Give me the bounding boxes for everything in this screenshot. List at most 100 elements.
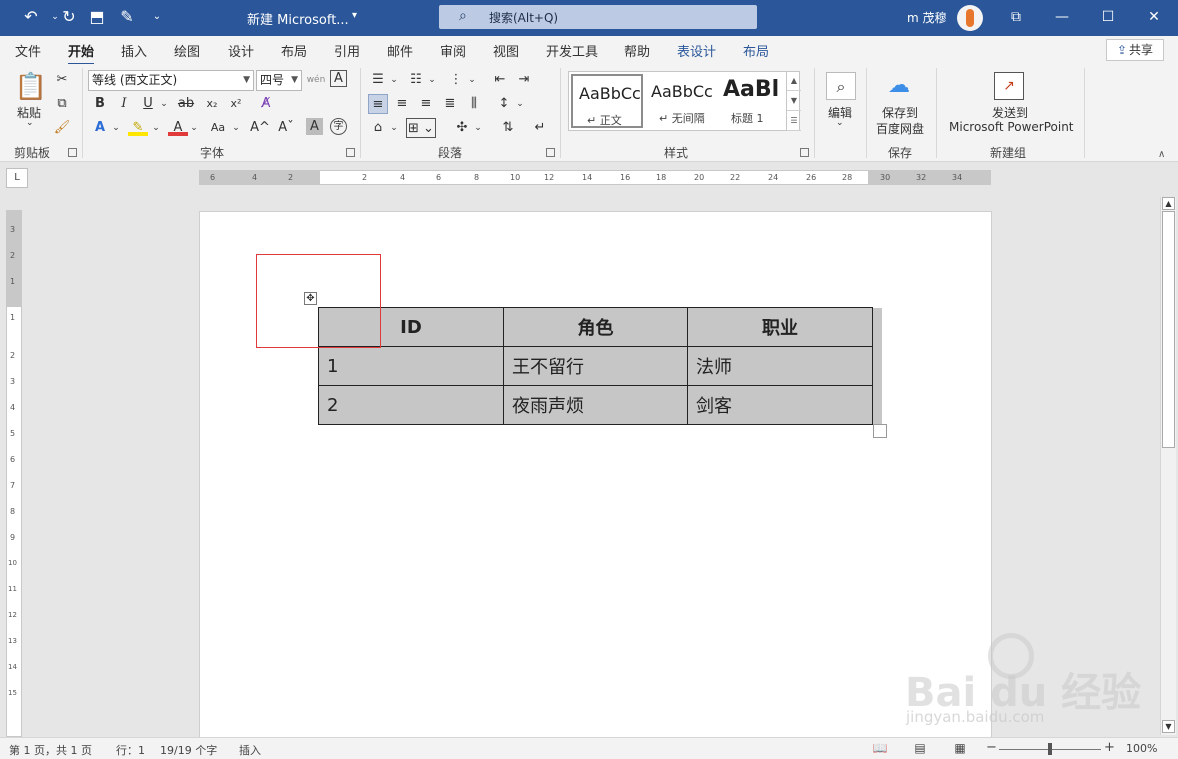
search-icon[interactable]: ⌕ [826,72,856,100]
maximize-icon[interactable]: ☐ [1094,4,1122,30]
text-effects-chevron-down-icon[interactable]: ⌄ [106,118,126,138]
print-layout-icon[interactable]: ▤ [912,741,928,756]
close-icon[interactable]: ✕ [1140,4,1168,30]
editing-chevron-down-icon[interactable]: ⌄ [836,118,844,128]
table-cell[interactable]: 剑客 [687,385,873,425]
distributed-icon[interactable]: ⫼ [464,94,484,114]
change-case-chevron-down-icon[interactable]: ⌄ [226,118,246,138]
shrink-font-button[interactable]: Aˇ [276,118,296,138]
font-name-select[interactable]: 等线 (西文正文) ▼ [88,70,254,91]
style-normal[interactable]: AaBbCc ↵ 正文 [571,74,643,128]
tab-table-design[interactable]: 表设计 [677,41,716,60]
font-launcher-icon[interactable] [346,148,355,157]
strikethrough-button[interactable]: ab [176,94,196,114]
bold-button[interactable]: B [90,94,110,114]
numbering-chevron-down-icon[interactable]: ⌄ [422,70,442,90]
superscript-button[interactable]: x² [226,94,246,114]
styles-up-icon[interactable]: ▲ [787,71,801,91]
paste-chevron-down-icon[interactable]: ⌄ [26,118,34,128]
insert-mode[interactable]: 插入 [239,742,261,758]
character-shading-icon[interactable]: A [306,118,323,135]
decrease-indent-icon[interactable]: ⇤ [490,70,510,90]
align-center-icon[interactable]: ≡ [392,94,412,114]
paste-icon[interactable]: 📋 [14,70,48,104]
table-cell[interactable]: 王不留行 [503,346,688,386]
scroll-thumb[interactable] [1162,211,1175,448]
shading-chevron-down-icon[interactable]: ⌄ [384,118,404,138]
clear-formatting-icon[interactable]: A̸ [256,94,276,114]
styles-launcher-icon[interactable] [800,148,809,157]
tab-view[interactable]: 视图 [493,41,519,60]
scroll-up-icon[interactable]: ▲ [1162,197,1175,210]
page-count[interactable]: 第 1 页，共 1 页 [9,742,92,758]
table-move-handle-icon[interactable]: ✥ [304,292,317,305]
zoom-slider-thumb[interactable] [1048,743,1052,755]
minimize-icon[interactable]: — [1048,4,1076,30]
highlight-chevron-down-icon[interactable]: ⌄ [146,118,166,138]
table-header-cell[interactable]: 角色 [503,307,688,347]
style-no-spacing[interactable]: AaBbCc ↵ 无间隔 [645,74,717,128]
table-cell[interactable]: 1 [318,346,504,386]
share-button[interactable]: ⇪ 共享 [1106,39,1164,61]
powerpoint-icon[interactable]: ↗ [994,72,1024,100]
tab-selector[interactable]: L [6,168,28,188]
align-right-icon[interactable]: ≡ [416,94,436,114]
tab-home[interactable]: 开始 [68,41,95,66]
change-case-button[interactable]: Aa [208,118,228,138]
cut-icon[interactable]: ✂ [52,70,72,90]
tab-references[interactable]: 引用 [334,41,360,60]
document-table[interactable]: ID 角色 职业 1 王不留行 法师 2 夜雨声烦 剑客 [318,307,873,425]
font-size-select[interactable]: 四号 ▼ [256,70,302,91]
phonetic-guide-icon[interactable]: wén [306,70,326,90]
table-cell[interactable]: 法师 [687,346,873,386]
increase-indent-icon[interactable]: ⇥ [514,70,534,90]
read-mode-icon[interactable]: 📖 [872,741,888,756]
styles-more-icon[interactable]: ☰ [787,111,801,131]
tab-file[interactable]: 文件 [15,41,41,60]
tab-developer[interactable]: 开发工具 [546,41,598,60]
tab-mailings[interactable]: 邮件 [387,41,413,60]
table-cell[interactable]: 夜雨声烦 [503,385,688,425]
tab-table-layout[interactable]: 布局 [743,41,769,60]
title-chevron-down-icon[interactable]: ▾ [352,10,357,21]
paragraph-launcher-icon[interactable] [546,148,555,157]
document-title[interactable]: 新建 Microsoft... [247,9,349,28]
tab-review[interactable]: 审阅 [440,41,466,60]
tab-help[interactable]: 帮助 [624,41,650,60]
save-to-line1[interactable]: 保存到 [882,104,918,121]
search-box[interactable]: ⌕ 搜索(Alt+Q) [439,5,757,29]
enclose-characters-icon[interactable]: 字 [330,118,347,135]
multilevel-chevron-down-icon[interactable]: ⌄ [462,70,482,90]
style-heading-1[interactable]: AaBl 标题 1 [717,74,789,128]
customize-toolbar-icon[interactable]: ⌄ [146,6,168,28]
align-left-icon[interactable]: ≡ [368,94,388,114]
grow-font-button[interactable]: A^ [250,118,270,138]
baidu-netdisk-icon[interactable]: ☁ [884,72,914,100]
sort-icon[interactable]: ⇅ [498,118,518,138]
justify-icon[interactable]: ≣ [440,94,460,114]
zoom-level[interactable]: 100% [1126,742,1157,755]
edit-icon[interactable]: ✎ [116,6,138,28]
line-spacing-chevron-down-icon[interactable]: ⌄ [510,94,530,114]
vertical-scrollbar[interactable]: ▲ ▼ [1160,197,1176,735]
show-marks-icon[interactable]: ↵ [530,118,550,138]
web-layout-icon[interactable]: ▦ [952,741,968,756]
tab-design[interactable]: 设计 [228,41,254,60]
scroll-down-icon[interactable]: ▼ [1162,720,1175,733]
bullets-chevron-down-icon[interactable]: ⌄ [384,70,404,90]
user-name[interactable]: m 茂穆 [907,9,947,26]
send-to-line1[interactable]: 发送到 [992,104,1028,121]
send-to-line2[interactable]: Microsoft PowerPoint [949,120,1074,134]
tab-insert[interactable]: 插入 [121,41,147,60]
avatar[interactable] [957,5,983,31]
vertical-ruler[interactable]: 3 2 1 1 2 3 4 5 6 7 8 9 10 11 12 13 14 1… [6,210,22,737]
highlight-icon[interactable]: ✎ [128,118,148,136]
copy-icon[interactable]: ⧉ [52,94,72,114]
undo-icon[interactable]: ↶ [20,6,42,28]
tab-draw[interactable]: 绘图 [174,41,200,60]
chinese-layout-chevron-down-icon[interactable]: ⌄ [468,118,488,138]
table-header-cell[interactable]: 职业 [687,307,873,347]
clipboard-launcher-icon[interactable] [68,148,77,157]
format-painter-icon[interactable]: 🖌 [52,118,72,138]
font-color-chevron-down-icon[interactable]: ⌄ [184,118,204,138]
